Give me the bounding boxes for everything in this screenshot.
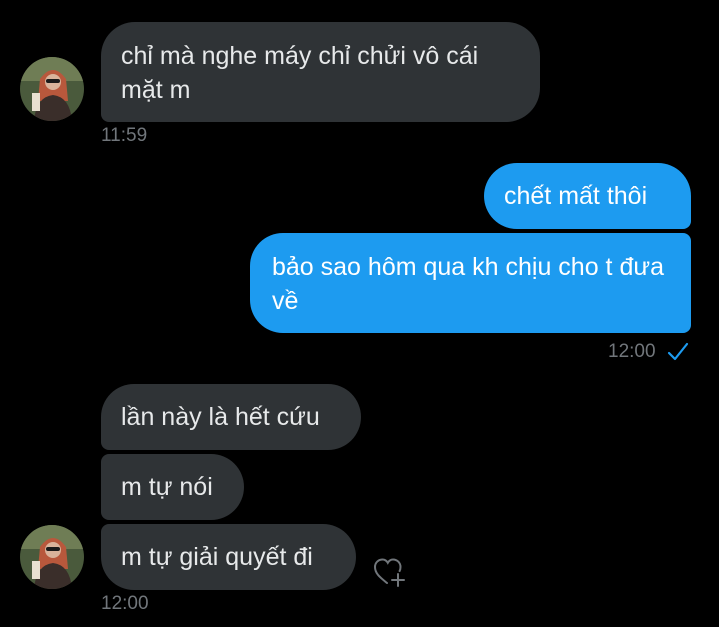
timestamp: 11:59 bbox=[101, 125, 148, 146]
message-bubble[interactable]: m tự nói bbox=[101, 454, 244, 520]
message-bubble[interactable]: chỉ mà nghe máy chỉ chửi vô cái mặt m bbox=[101, 22, 540, 122]
message-text: chỉ mà nghe máy chỉ chửi vô cái mặt m bbox=[121, 42, 479, 104]
message-text: bảo sao hôm qua kh chịu cho t đưa về bbox=[272, 253, 664, 315]
message-text: lần này là hết cứu bbox=[121, 403, 320, 431]
message-bubble[interactable]: bảo sao hôm qua kh chịu cho t đưa về bbox=[250, 233, 691, 333]
message-bubble[interactable]: lần này là hết cứu bbox=[101, 384, 361, 450]
message-bubble[interactable]: chết mất thôi bbox=[484, 163, 691, 229]
heart-add-icon[interactable] bbox=[372, 556, 408, 593]
timestamp: 12:00 bbox=[101, 593, 149, 614]
message-text: m tự nói bbox=[121, 473, 213, 501]
message-text: m tự giải quyết đi bbox=[121, 543, 313, 571]
avatar[interactable] bbox=[20, 57, 84, 121]
check-icon bbox=[667, 342, 689, 367]
avatar[interactable] bbox=[20, 525, 84, 589]
message-text: chết mất thôi bbox=[504, 182, 648, 210]
message-bubble[interactable]: m tự giải quyết đi bbox=[101, 524, 356, 590]
timestamp: 12:00 bbox=[608, 341, 656, 362]
